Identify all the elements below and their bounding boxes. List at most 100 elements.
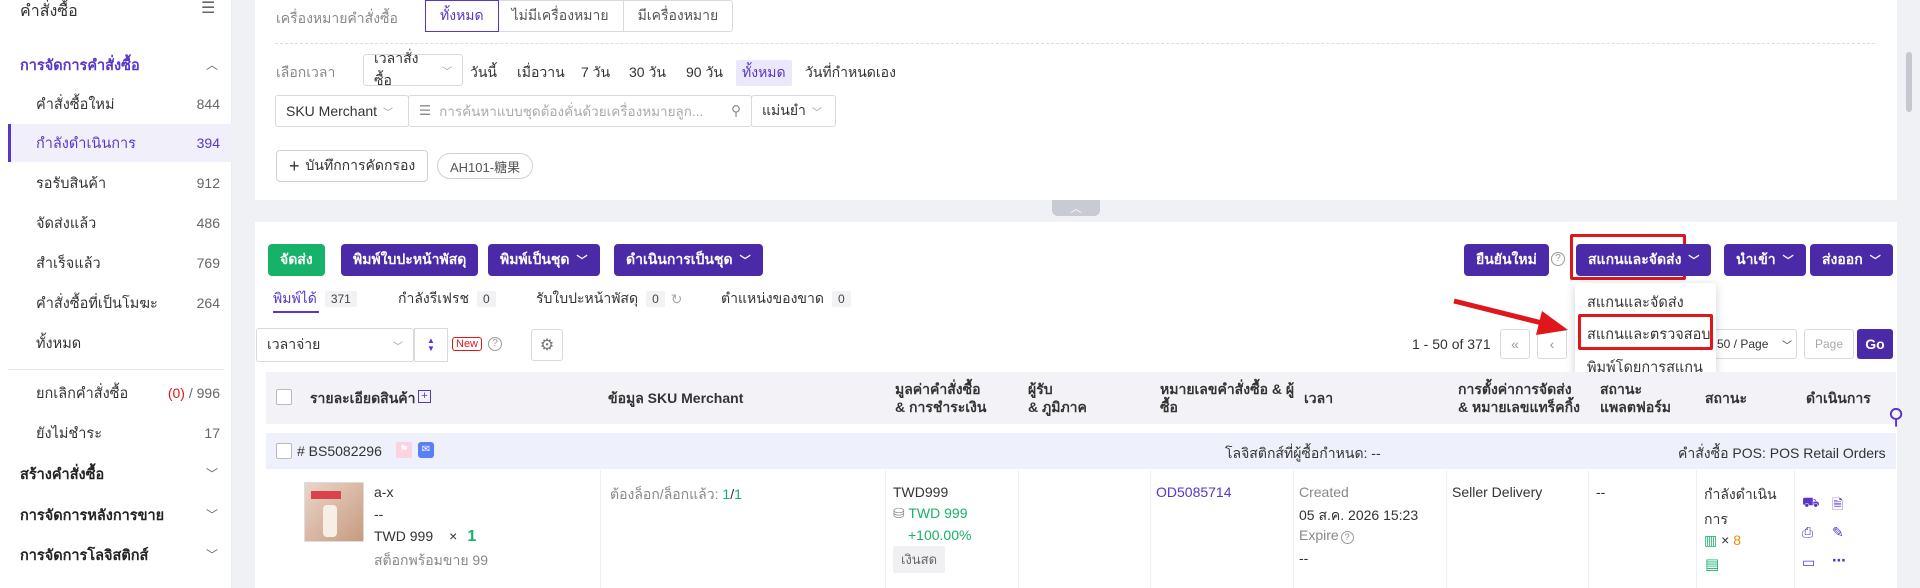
search-icon[interactable]: ⚲ bbox=[731, 103, 741, 119]
invoice-icon[interactable]: ▭ bbox=[1802, 554, 1815, 571]
menu-item-scan-verify[interactable]: สแกนและตรวจสอบ bbox=[1587, 323, 1711, 346]
chevron-down-icon: ﹀ bbox=[442, 66, 452, 78]
collapse-filter-icon[interactable]: ︿ bbox=[1052, 200, 1100, 216]
marker-option-has[interactable]: มีเครื่องหมาย bbox=[624, 1, 733, 31]
time-label: เลือกเวลา bbox=[276, 64, 336, 80]
time-option-7days[interactable]: 7 วัน bbox=[581, 62, 610, 84]
subtab-missing-location[interactable]: ตำแหน่งของขาด 0 bbox=[721, 288, 851, 310]
sort-desc-icon: ▼ bbox=[427, 344, 435, 353]
sort-field-select[interactable]: เวลาจ่าย ﹀ bbox=[256, 328, 414, 362]
search-input[interactable]: ☰ การค้นหาแบบชุดต้องคั่นด้วยเครื่องหมายลู… bbox=[408, 95, 752, 127]
truck-icon[interactable]: ⛟ bbox=[1802, 494, 1820, 513]
sidebar-section-after-sales[interactable]: การจัดการหลังการขาย bbox=[20, 504, 164, 527]
note-icon[interactable]: ✉ bbox=[418, 442, 434, 458]
coin-icon: ⛁ bbox=[893, 505, 905, 521]
pagination-range: 1 - 50 of 371 bbox=[1412, 336, 1491, 352]
go-button[interactable]: Go bbox=[1857, 329, 1893, 359]
time-type-select[interactable]: เวลาสั่งซื้อ ﹀ bbox=[363, 50, 463, 88]
sidebar-item-void-orders[interactable]: คำสั่งซื้อที่เป็นโมฆะ 264 bbox=[8, 284, 232, 322]
confirm-again-button[interactable]: ยืนยันใหม่ bbox=[1464, 244, 1549, 276]
time-option-30days[interactable]: 30 วัน bbox=[629, 62, 666, 84]
import-button[interactable]: นำเข้า ﹀ bbox=[1724, 244, 1806, 276]
save-filter-button[interactable]: + บันทึกการคัดกรอง bbox=[276, 150, 429, 182]
chevron-down-icon: ﹀ bbox=[811, 107, 822, 119]
scan-and-ship-button[interactable]: สแกนและจัดส่ง ﹀ bbox=[1576, 244, 1712, 276]
scrollbar-thumb[interactable] bbox=[1906, 52, 1912, 112]
sidebar-divider bbox=[8, 369, 224, 370]
product-name[interactable]: a-x bbox=[374, 484, 393, 500]
header-order-number: หมายเลขคำสั่งซื้อ & ผู้ ซื้อ bbox=[1160, 381, 1295, 415]
collapse-menu-icon[interactable]: ☰ bbox=[201, 0, 215, 18]
batch-process-button[interactable]: ดำเนินการเป็นชุด ﹀ bbox=[614, 244, 763, 276]
sidebar-title: คำสั่งซื้อ bbox=[20, 3, 78, 20]
sidebar-item-new-orders[interactable]: คำสั่งซื้อใหม่ 844 bbox=[8, 85, 232, 123]
product-stock: สต็อกพร้อมขาย 99 bbox=[374, 552, 489, 568]
col-divider bbox=[600, 470, 601, 588]
sidebar-section-order-management[interactable]: การจัดการคำสั่งซื้อ bbox=[20, 54, 140, 77]
page-size-select[interactable]: 50 / Page ﹀ bbox=[1712, 329, 1797, 359]
floating-search-icon[interactable]: ⚲ bbox=[1888, 404, 1904, 430]
more-icon[interactable]: ⋯ bbox=[1832, 552, 1846, 569]
order-checkbox[interactable] bbox=[276, 443, 292, 459]
time-option-all[interactable]: ทั้งหมด bbox=[736, 60, 792, 86]
print-batch-button[interactable]: พิมพ์เป็นชุด ﹀ bbox=[488, 244, 600, 276]
marker-option-all[interactable]: ทั้งหมด bbox=[425, 0, 499, 32]
edit-note-icon[interactable]: ✎ bbox=[1832, 524, 1844, 541]
sku-field-select[interactable]: SKU Merchant ﹀ bbox=[275, 95, 409, 127]
chevron-down-icon[interactable]: ﹀ bbox=[206, 546, 218, 563]
subtab-refreshing[interactable]: กำลังรีเฟรช 0 bbox=[398, 288, 496, 310]
sort-order-toggle[interactable]: ▲ ▼ bbox=[414, 328, 448, 362]
annotation-arrow bbox=[1453, 298, 1568, 335]
order-id: # BS5082296 bbox=[297, 443, 382, 459]
document-icon[interactable]: ▤ bbox=[1705, 555, 1719, 573]
buyer-logistics: โลจิสติกส์ที่ผู้ซื้อกำหนด: -- bbox=[1225, 445, 1381, 461]
chevron-up-icon[interactable]: ︿ bbox=[206, 56, 218, 73]
status-text: กำลังดำเนิน การ bbox=[1704, 486, 1777, 527]
sidebar-item-awaiting-pickup[interactable]: รอรับสินค้า 912 bbox=[8, 164, 232, 202]
sidebar-item-completed[interactable]: สำเร็จแล้ว 769 bbox=[8, 244, 232, 282]
sidebar-item-shipped[interactable]: จัดส่งแล้ว 486 bbox=[8, 204, 232, 242]
saved-filter-tag[interactable]: AH101-糖果 bbox=[437, 153, 534, 179]
sidebar-item-all[interactable]: ทั้งหมด bbox=[8, 324, 232, 362]
menu-item-scan-ship[interactable]: สแกนและจัดส่ง bbox=[1587, 291, 1684, 314]
expire-value: -- bbox=[1299, 550, 1309, 566]
new-badge: New bbox=[452, 337, 483, 351]
subtab-printable[interactable]: พิมพ์ได้ 371 bbox=[273, 288, 357, 310]
chevron-down-icon[interactable]: ﹀ bbox=[206, 506, 218, 523]
marker-option-none[interactable]: ไม่มีเครื่องหมาย bbox=[498, 1, 624, 31]
help-icon[interactable]: ? bbox=[1551, 252, 1565, 266]
time-option-custom[interactable]: วันที่กำหนดเอง bbox=[805, 62, 896, 84]
product-thumbnail[interactable] bbox=[304, 482, 364, 542]
sidebar-item-processing[interactable]: กำลังดำเนินการ 394 bbox=[8, 124, 232, 162]
flag-icon[interactable]: ⚑ bbox=[396, 442, 412, 458]
sidebar-section-create-order[interactable]: สร้างคำสั่งซื้อ bbox=[20, 463, 104, 486]
sidebar-item-unpaid[interactable]: ยังไม่ชำระ 17 bbox=[8, 414, 232, 452]
chevron-down-icon: ﹀ bbox=[576, 255, 588, 267]
order-marker-label: เครื่องหมายคำสั่งซื้อ bbox=[276, 10, 398, 26]
page-number-input[interactable]: Page bbox=[1804, 329, 1854, 359]
col-divider bbox=[1588, 470, 1589, 588]
export-button[interactable]: ส่งออก ﹀ bbox=[1810, 244, 1893, 276]
time-option-yesterday[interactable]: เมื่อวาน bbox=[517, 62, 565, 84]
expand-all-icon[interactable]: + bbox=[418, 390, 431, 403]
print-label-button[interactable]: พิมพ์ใบปะหน้าพัสดุ bbox=[341, 244, 479, 276]
subtab-get-label[interactable]: รับใบปะหน้าพัสดุ 0 ↻ bbox=[536, 288, 682, 310]
file-icon[interactable]: 🗎 bbox=[1832, 494, 1843, 518]
chevron-down-icon[interactable]: ﹀ bbox=[206, 465, 218, 482]
time-option-today[interactable]: วันนี้ bbox=[470, 62, 497, 84]
refresh-icon[interactable]: ↻ bbox=[671, 291, 683, 308]
settings-gear-icon[interactable]: ⚙ bbox=[531, 329, 563, 361]
order-number-link[interactable]: OD5085714 bbox=[1156, 484, 1232, 500]
sidebar-item-cancel-orders[interactable]: ยกเลิกคำสั่งซื้อ (0) / 996 bbox=[8, 374, 232, 412]
header-receiver: ผู้รับ & ภูมิภาค bbox=[1028, 381, 1087, 415]
ship-button[interactable]: จัดส่ง bbox=[268, 244, 325, 276]
select-all-checkbox[interactable] bbox=[276, 389, 292, 405]
print-icon[interactable]: ⎙ bbox=[1802, 524, 1813, 541]
header-product: รายละเอียดสินค้า bbox=[310, 390, 416, 406]
help-icon[interactable]: ? bbox=[488, 337, 502, 351]
col-divider bbox=[1794, 470, 1795, 588]
time-option-90days[interactable]: 90 วัน bbox=[686, 62, 723, 84]
help-icon[interactable]: ? bbox=[1340, 531, 1354, 544]
match-mode-select[interactable]: แม่นยำ ﹀ bbox=[751, 95, 836, 127]
sidebar-section-logistics[interactable]: การจัดการโลจิสติกส์ bbox=[20, 544, 148, 567]
